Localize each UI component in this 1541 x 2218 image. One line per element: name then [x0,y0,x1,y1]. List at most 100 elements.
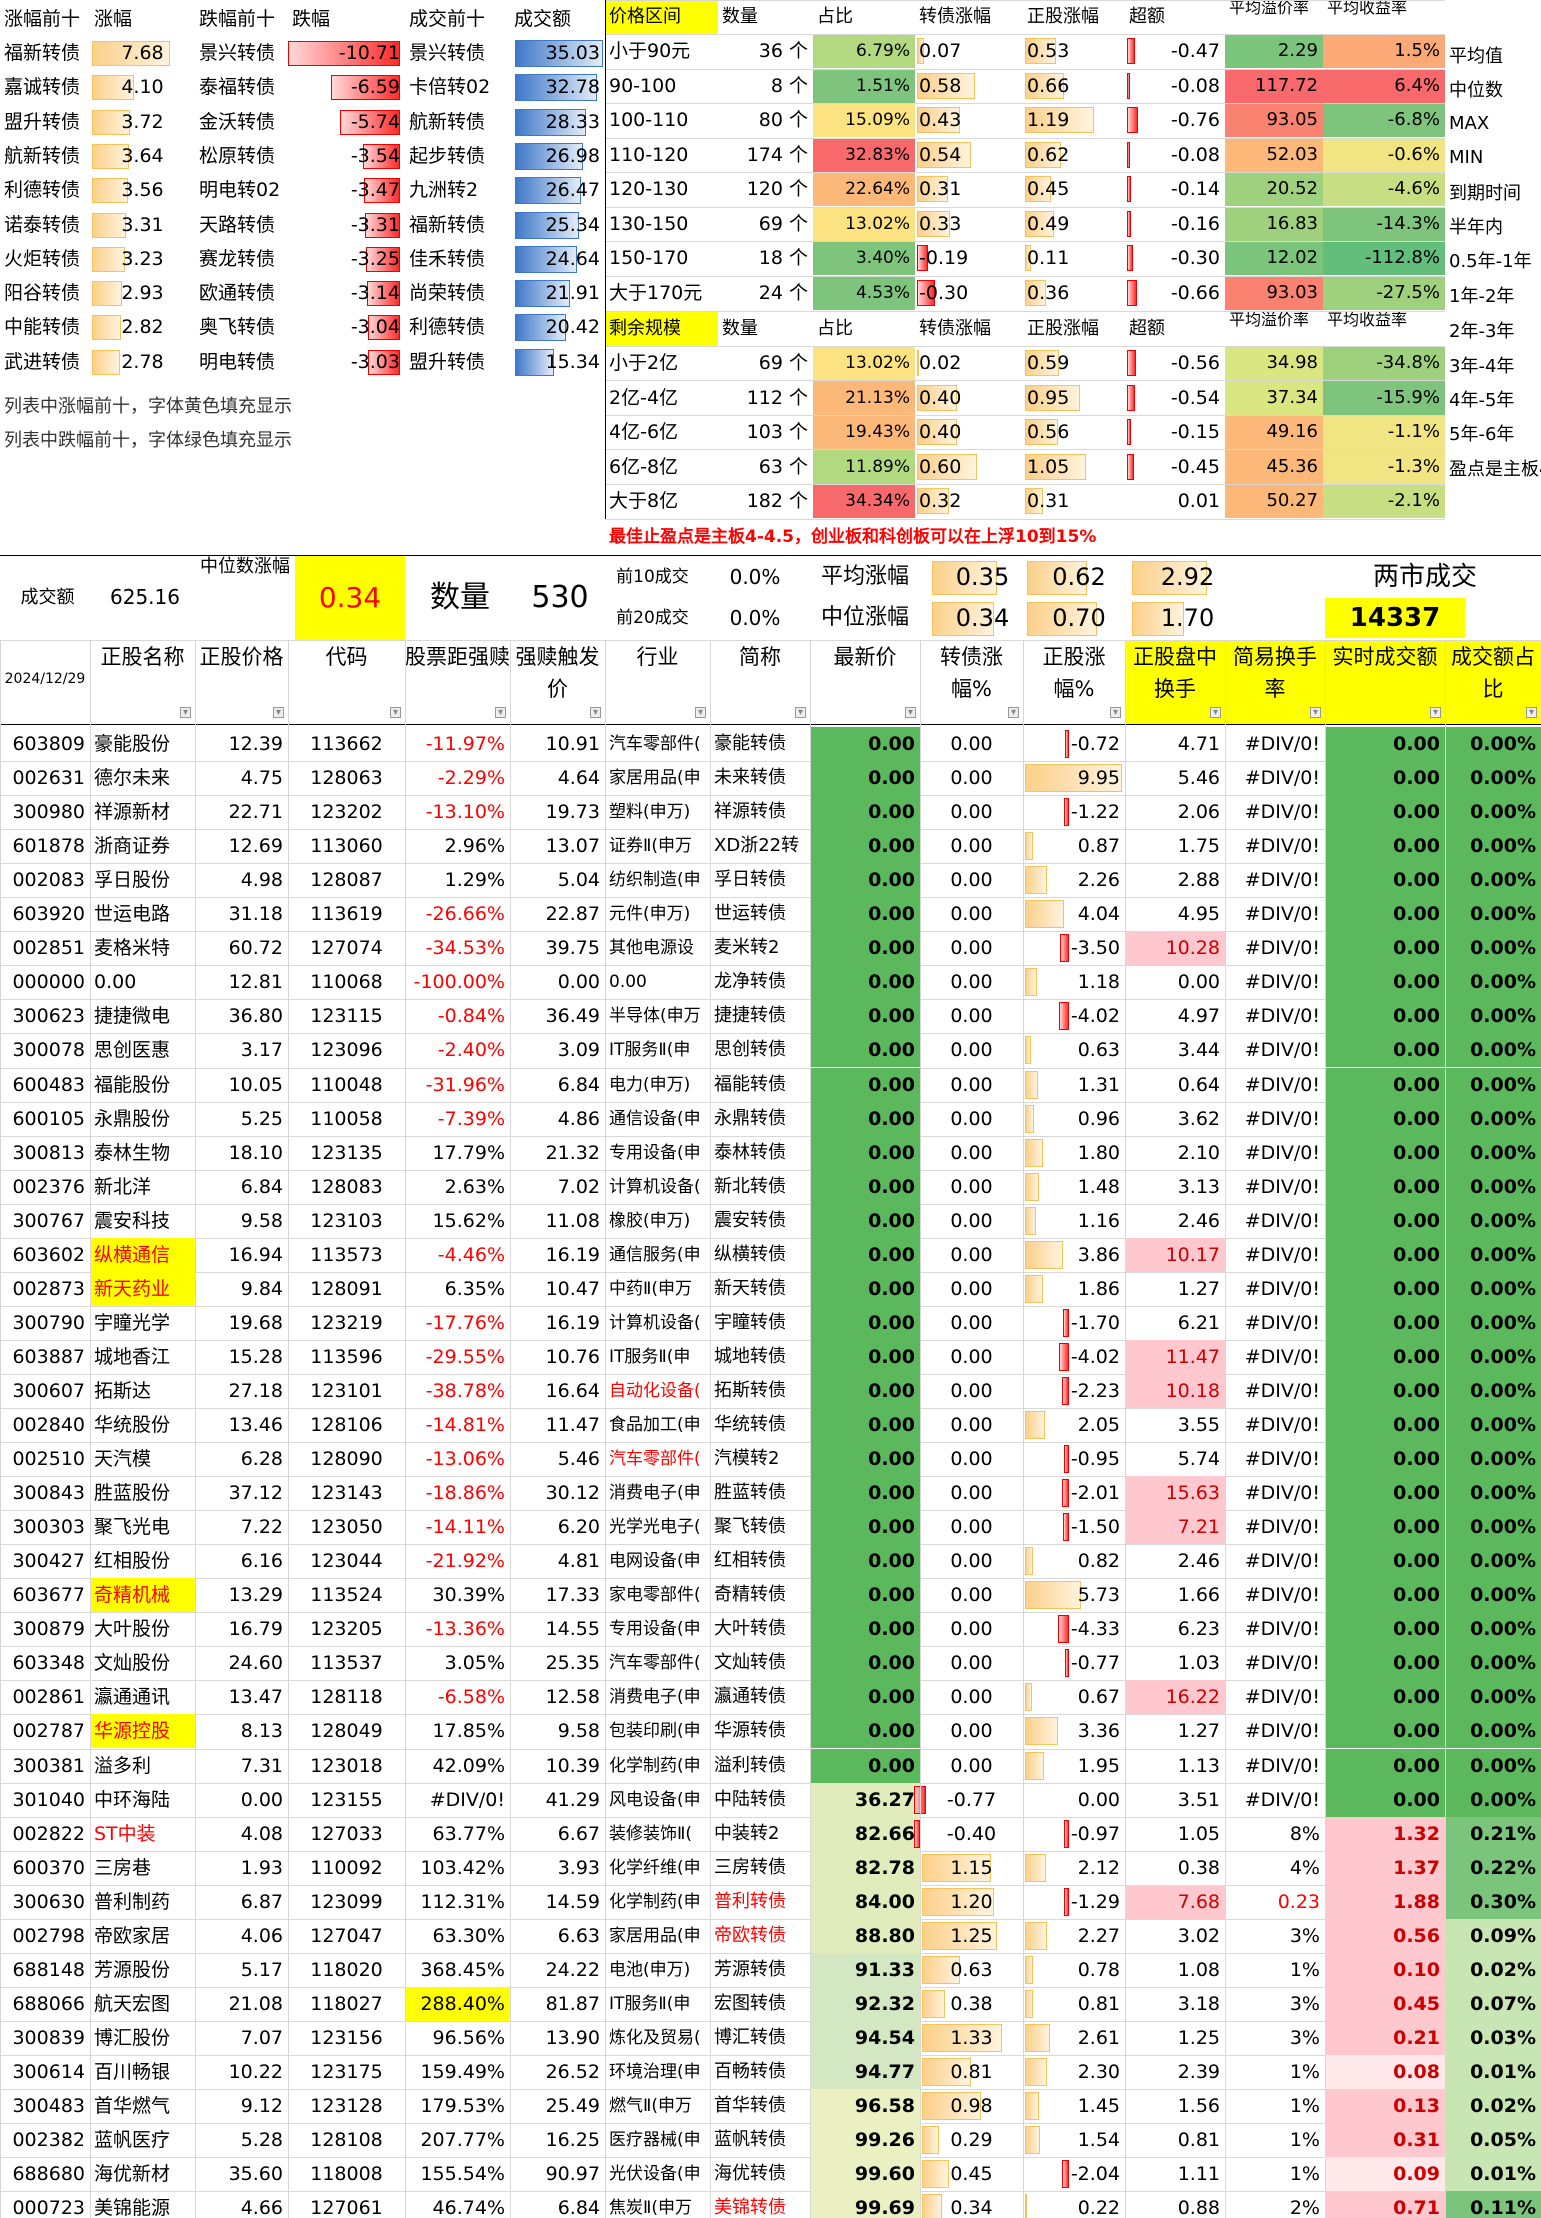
cb-change: 0.00 [950,1277,993,1300]
realtime-amount: 0.00 [1325,1782,1445,1817]
gainer-change: 7.68 [121,42,164,64]
bond-short-name: 城地转债 [714,1345,786,1367]
volume-name: 景兴转债 [409,42,486,64]
industry: 纺织制造(申 [609,870,701,891]
simple-turnover: #DIV/0! [1244,1209,1320,1232]
stock-name: 帝欧家居 [94,1924,171,1947]
filter-icon[interactable]: ▾ [495,707,506,718]
realtime-amount: 0.00 [1325,1271,1445,1306]
simple-turnover: #DIV/0! [1244,1311,1320,1334]
filter-icon[interactable]: ▾ [1210,707,1221,718]
filter-icon[interactable]: ▾ [1008,707,1019,718]
trigger-price: 3.93 [557,1856,600,1879]
stock-code: 002376 [12,1175,85,1198]
trigger-price: 6.67 [557,1822,600,1845]
main-header[interactable]: 最新价 [810,641,920,725]
stock-code: 002382 [12,2129,85,2152]
gainer-change: 3.23 [121,247,164,270]
stock-code: 603920 [12,903,85,926]
simple-turnover: #DIV/0! [1244,1175,1320,1198]
redemption-distance: -6.58% [437,1686,505,1709]
bond-short-name: 聚飞转债 [714,1516,786,1538]
price-table-return: -0.6% [1323,137,1445,172]
volume-value: 15.34 [545,350,600,373]
amount-share: 0.11% [1445,2191,1541,2218]
redemption-distance: 155.54% [420,2163,505,2186]
stock-change: 0.96 [1077,1107,1120,1130]
size-table-label: 大于8亿 [609,490,679,512]
volume-name: 九洲转2 [409,179,479,202]
stock-code: 603887 [12,1345,85,1368]
stock-change: -1.22 [1070,801,1120,824]
redemption-distance: 288.40% [405,1986,510,2021]
stock-name: 瀛通通讯 [94,1686,171,1709]
filter-icon[interactable]: ▾ [795,707,806,718]
amount-share: 0.00% [1445,897,1541,932]
turnover: 3.18 [1177,1992,1220,2015]
simple-turnover: #DIV/0! [1244,1073,1320,1096]
side-label: 1年-2年 [1449,286,1515,307]
simple-turnover: #DIV/0! [1244,1141,1320,1164]
simple-turnover: #DIV/0! [1244,1720,1320,1743]
size-table-return: -34.8% [1323,346,1445,380]
price-table-count: 174 个 [746,143,808,166]
filter-icon[interactable]: ▾ [180,707,191,718]
volume-value: 26.47 [545,179,600,202]
stock-name: 捷捷微电 [94,1005,171,1028]
amount-share: 0.00% [1445,1067,1541,1102]
filter-icon[interactable]: ▾ [695,707,706,718]
main-header[interactable]: 代码 [288,641,405,725]
redemption-distance: 112.31% [420,1890,505,1913]
realtime-amount: 0.00 [1325,1408,1445,1443]
industry: 风电设备(申 [609,1789,701,1810]
industry: 化学纤维(申 [609,1857,701,1878]
price-table-return: -27.5% [1323,275,1445,310]
grid-line [605,311,1445,312]
latest-price: 88.80 [810,1918,920,1953]
grid-line [605,138,1445,139]
cb-change: 0.00 [950,1107,993,1130]
amount-share: 0.01% [1445,2157,1541,2192]
redemption-distance: -29.55% [425,1345,505,1368]
filter-icon[interactable]: ▾ [905,707,916,718]
filter-icon[interactable]: ▾ [1526,707,1537,718]
filter-icon[interactable]: ▾ [590,707,601,718]
trigger-price: 10.76 [545,1345,600,1368]
bond-code: 123018 [310,1754,383,1777]
stock-price: 9.12 [240,2095,283,2117]
latest-price: 92.32 [810,1986,920,2021]
size-table-excess: 0.01 [1177,490,1220,512]
filter-icon[interactable]: ▾ [1310,707,1321,718]
redemption-distance: -2.29% [437,767,505,790]
grid-line [605,103,1445,104]
header-border [0,724,1541,725]
stock-code: 600370 [12,1856,85,1879]
grid-line [605,415,1445,416]
filter-icon[interactable]: ▾ [273,707,284,718]
side-label: 5年-6年 [1449,424,1515,445]
side-label: MIN [1449,147,1484,168]
redemption-distance: -17.76% [425,1311,505,1334]
stock-change: 0.78 [1077,1958,1120,1981]
stock-change: -1.50 [1070,1516,1120,1539]
realtime-amount: 0.00 [1325,1646,1445,1681]
simple-turnover: 1% [1289,2060,1320,2083]
volume-name: 尚荣转债 [409,282,486,305]
amount-share: 0.00% [1445,931,1541,966]
main-header[interactable]: 实时成交额 [1325,641,1445,725]
volume-value: 26.98 [545,144,600,167]
redemption-distance: 1.29% [444,869,505,892]
filter-icon[interactable]: ▾ [1430,707,1441,718]
bond-code: 123155 [310,1788,383,1811]
cb-change: 0.00 [950,1039,993,1062]
filter-icon[interactable]: ▾ [390,707,401,718]
trigger-price: 36.49 [545,1005,600,1028]
cb-change: 0.00 [950,835,993,858]
latest-price: 0.00 [810,1544,920,1579]
bond-code: 123103 [310,1209,383,1232]
latest-price: 0.00 [810,897,920,932]
amount-share: 0.09% [1445,1918,1541,1953]
cb-change: 0.00 [950,1652,993,1675]
filter-icon[interactable]: ▾ [1110,707,1121,718]
cb-change: 0.00 [950,767,993,790]
